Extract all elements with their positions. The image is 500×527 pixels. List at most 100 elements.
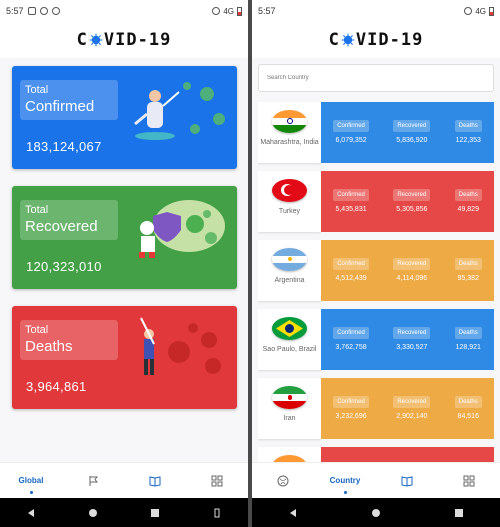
recovered-label-box: Total Recovered (20, 200, 118, 240)
confirmed-label-main: Confirmed (25, 98, 95, 115)
status-bar: 5:57 4G (252, 0, 500, 22)
app-logo: C VID-19 (77, 30, 172, 50)
deaths-value: 122,353 (455, 137, 481, 144)
search-input[interactable] (267, 75, 485, 81)
nav-global[interactable]: Global (6, 466, 56, 496)
recovered-badge: Recovered (393, 258, 431, 270)
recovered-card[interactable]: Total Recovered 120,323,010 (12, 186, 237, 289)
country-name: Turkey (278, 208, 301, 215)
country-row-brazil[interactable]: Sao Paulo, Brazil Confirmed 3,762,758 Rec… (258, 309, 494, 370)
recents-icon[interactable] (454, 508, 464, 518)
recovered-illustration (139, 200, 225, 258)
virus-icon (341, 33, 355, 47)
deaths-badge: Deaths (454, 258, 482, 270)
system-nav-bar (0, 498, 248, 527)
app-logo: C VID-19 (329, 30, 424, 50)
back-icon[interactable] (26, 508, 36, 518)
recovered-value: 5,836,920 (396, 137, 428, 144)
nav-more[interactable] (444, 466, 494, 496)
confirmed-value: 6,079,352 (335, 137, 367, 144)
deaths-label-top: Total (25, 324, 49, 336)
confirmed-badge: Confirmed (333, 120, 369, 132)
country-row-turkey[interactable]: Turkey Confirmed 5,435,831 Recovered 5,305… (258, 171, 494, 232)
nav-active-dot (343, 490, 347, 494)
country-row-partial[interactable] (258, 447, 494, 462)
network-label: 4G (475, 6, 486, 16)
country-row-argentina[interactable]: Argentina Confirmed 4,512,439 Recovered 4,… (258, 240, 494, 301)
nav-info[interactable] (382, 466, 432, 496)
country-row-iran[interactable]: Iran Confirmed 3,232,696 Recovered 2,902,1… (258, 378, 494, 439)
confirmed-illustration (134, 82, 225, 140)
alarm-icon (212, 7, 221, 15)
home-icon[interactable] (88, 508, 98, 518)
recovered-badge: Recovered (393, 189, 431, 201)
confirmed-value: 183,124,067 (26, 139, 102, 154)
country-row-india[interactable]: Maharashtra, India Confirmed 6,079,352 Re… (258, 102, 494, 163)
battery-icon (489, 6, 494, 16)
battery-icon (237, 6, 242, 16)
confirmed-value: 3,762,758 (335, 344, 367, 351)
recovered-label-top: Total (25, 204, 49, 216)
country-list[interactable]: Maharashtra, India Confirmed 6,079,352 Re… (258, 102, 494, 462)
country-name: Argentina (274, 277, 305, 284)
deaths-illustration (140, 317, 221, 375)
confirmed-label-box: Total Confirmed (20, 80, 118, 120)
nav-info[interactable] (130, 466, 180, 496)
logo-text-suffix: VID-19 (355, 30, 424, 50)
deaths-card[interactable]: Total Deaths 3,964,861 (12, 306, 237, 409)
nav-country-label: Country (329, 476, 361, 485)
confirmed-value: 5,435,831 (335, 206, 367, 213)
flag-icon (89, 475, 99, 486)
logo-text-suffix: VID-19 (103, 30, 172, 50)
deaths-badge: Deaths (454, 120, 482, 132)
book-icon (149, 475, 161, 487)
nav-country[interactable] (68, 466, 118, 496)
flag-icon (272, 455, 307, 462)
virus-icon (89, 33, 103, 47)
network-label: 4G (223, 6, 234, 16)
logo-text-prefix: C (328, 30, 340, 50)
globe-icon (277, 475, 289, 486)
turkey-flag-icon (272, 179, 307, 202)
country-flag-cell: Iran (258, 378, 321, 439)
status-bar: 5:57 4G (0, 0, 248, 22)
country-flag-cell: Maharashtra, India (258, 102, 321, 163)
nav-global-label: Global (18, 476, 44, 485)
bottom-nav: Country (252, 462, 500, 498)
country-flag-cell: Turkey (258, 171, 321, 232)
nav-country[interactable]: Country (320, 466, 370, 496)
bottom-nav: Global (0, 462, 248, 498)
messenger-notification-icon (51, 7, 60, 15)
system-nav-bar (252, 498, 500, 527)
screenshot-icon[interactable] (212, 508, 222, 518)
recents-icon[interactable] (150, 508, 160, 518)
nav-more[interactable] (192, 466, 242, 496)
back-icon[interactable] (288, 508, 298, 518)
global-screen: 5:57 4G C VID-19 Total Confirmed 183,124… (0, 0, 248, 527)
search-box[interactable] (258, 64, 494, 92)
country-stats: Confirmed 3,232,696 Recovered 2,902,140 De… (321, 378, 494, 439)
app-header: C VID-19 (0, 22, 248, 58)
country-flag-cell: Argentina (258, 240, 321, 301)
home-icon[interactable] (371, 508, 381, 518)
recovered-value: 4,114,096 (396, 275, 428, 282)
confirmed-badge: Confirmed (333, 327, 369, 339)
deaths-badge: Deaths (454, 396, 482, 408)
whatsapp-notification-icon (39, 7, 48, 15)
recovered-badge: Recovered (393, 120, 431, 132)
argentina-flag-icon (272, 248, 307, 271)
nav-global[interactable] (258, 466, 308, 496)
confirmed-badge: Confirmed (333, 396, 369, 408)
confirmed-badge: Confirmed (333, 189, 369, 201)
confirmed-value: 4,512,439 (335, 275, 367, 282)
recovered-value: 5,305,856 (396, 206, 428, 213)
recovered-badge: Recovered (393, 396, 431, 408)
country-name: Iran (283, 415, 296, 422)
country-name: Maharashtra, India (260, 139, 319, 146)
iran-flag-icon (272, 386, 307, 409)
country-stats: Confirmed 6,079,352 Recovered 5,836,920 De… (321, 102, 494, 163)
confirmed-card[interactable]: Total Confirmed 183,124,067 (12, 66, 237, 169)
image-notification-icon (27, 7, 36, 15)
logo-text-prefix: C (76, 30, 88, 50)
brazil-flag-icon (272, 317, 307, 340)
